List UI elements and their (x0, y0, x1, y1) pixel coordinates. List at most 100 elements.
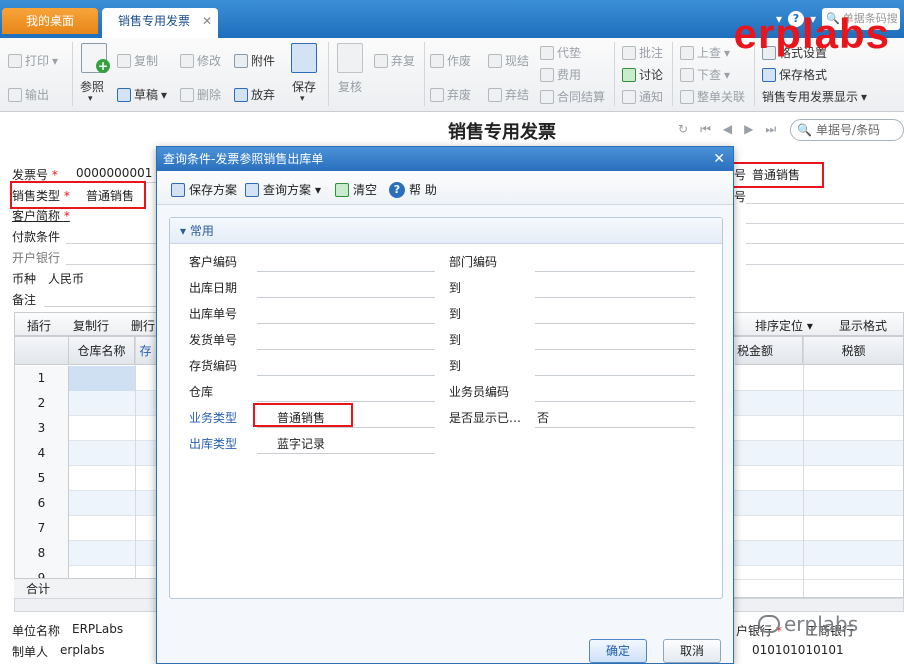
underline (257, 453, 435, 454)
highlight-box (253, 403, 353, 427)
invoice-no-value[interactable]: 0000000001 (76, 166, 152, 180)
expense-button[interactable]: 费用 (540, 66, 581, 83)
help-button[interactable]: ? 帮 助 (389, 181, 437, 198)
column-header[interactable]: 仓库名称 (69, 337, 135, 365)
draft-button[interactable]: 草稿 ▾ (117, 86, 167, 103)
undo-void-icon (430, 87, 444, 102)
show-completed-select[interactable]: 否 (537, 409, 549, 426)
wechat-icon (758, 615, 780, 633)
outbound-type-input[interactable]: 蓝字记录 (277, 435, 325, 452)
outbound-no-from-input[interactable] (257, 323, 435, 324)
display-format-button[interactable]: 显示格式 (839, 317, 887, 334)
query-dialog: 查询条件-发票参照销售出库单 ✕ 保存方案 查询方案 ▾ 清空 ? 帮 助 ▾ 常用… (156, 146, 734, 664)
delivery-no-from-input[interactable] (257, 349, 435, 350)
query-up-button[interactable]: 上查 ▾ (680, 44, 730, 61)
warehouse-input[interactable] (257, 401, 435, 402)
modify-button[interactable]: 修改 (180, 52, 221, 69)
section-header[interactable]: ▾ 常用 (170, 218, 722, 244)
next-record-icon[interactable]: ▶ (744, 122, 753, 137)
delivery-no-to-input[interactable] (535, 349, 695, 350)
reference-dropdown-icon[interactable]: ▾ (88, 94, 93, 104)
underline (66, 264, 158, 265)
save-scheme-button[interactable]: 保存方案 (171, 181, 237, 198)
print-button[interactable]: 打印 ▾ (8, 52, 58, 69)
abandon-icon (234, 87, 248, 102)
inventory-code-from-input[interactable] (257, 375, 435, 376)
review-button[interactable]: 复核 (338, 78, 362, 95)
last-record-icon[interactable]: ⏭ (765, 122, 776, 137)
attach-button[interactable]: 附件 (234, 52, 275, 69)
abandon-button[interactable]: 放弃 (234, 86, 275, 103)
clear-button[interactable]: 清空 (335, 181, 377, 198)
grid-line (803, 337, 804, 597)
refresh-icon[interactable]: ↻ (678, 122, 688, 137)
salesperson-code-input[interactable] (535, 401, 695, 402)
annotate-button[interactable]: 批注 (622, 44, 663, 61)
outbound-date-to-input[interactable] (535, 297, 695, 298)
delete-row-button[interactable]: 删行 (131, 317, 155, 334)
discard-review-button[interactable]: 弃复 (374, 52, 415, 69)
undo-void-button[interactable]: 弃废 (430, 86, 471, 103)
contract-settle-button[interactable]: 合同结算 (540, 88, 605, 105)
column-header[interactable]: 税额 (803, 337, 903, 365)
discard-review-icon (374, 53, 388, 68)
selected-cell[interactable] (69, 366, 135, 391)
close-icon[interactable]: ✕ (713, 147, 725, 171)
clear-icon (335, 182, 349, 197)
doc-number-search[interactable]: 🔍 单据号/条码 (790, 119, 904, 141)
to-label: 到 (449, 307, 462, 321)
currency-value[interactable]: 人民币 (48, 270, 84, 287)
save-format-button[interactable]: 保存格式 (762, 66, 827, 83)
reference-button[interactable]: 参照 (80, 78, 104, 95)
outbound-date-from-input[interactable] (257, 297, 435, 298)
underline (44, 306, 158, 307)
prev-record-icon[interactable]: ◀ (723, 122, 732, 137)
divider (72, 42, 73, 106)
column-header[interactable]: 存 (135, 337, 157, 365)
doc-link-button[interactable]: 整单关联 (680, 88, 745, 105)
brand-logo: erplabs (733, 10, 890, 57)
expense-icon (540, 67, 554, 82)
customer-label[interactable]: 客户简称 * (12, 207, 70, 224)
save-dropdown-icon[interactable]: ▾ (300, 94, 305, 104)
copy-row-button[interactable]: 复制行 (73, 317, 109, 334)
query-scheme-button[interactable]: 查询方案 ▾ (245, 181, 321, 198)
copy-button[interactable]: 复制 (117, 52, 158, 69)
department-code-input[interactable] (535, 271, 695, 272)
undo-settle-icon (488, 87, 502, 102)
inventory-code-to-input[interactable] (535, 375, 695, 376)
row-number: 7 (15, 516, 69, 541)
folder-icon (245, 182, 259, 197)
outbound-no-to-input[interactable] (535, 323, 695, 324)
notify-button[interactable]: 通知 (622, 88, 663, 105)
advance-button[interactable]: 代垫 (540, 44, 581, 61)
business-type-label: 业务类型 (189, 411, 238, 425)
query-down-button[interactable]: 下查 ▾ (680, 66, 730, 83)
save-button[interactable]: 保存 (292, 78, 316, 95)
bank-label: 开户银行 (12, 251, 61, 265)
display-format-dropdown[interactable]: 销售专用发票显示 ▾ (762, 88, 867, 105)
divider (328, 42, 329, 106)
column-header[interactable]: 税金额 (735, 337, 803, 365)
page-title: 销售专用发票 (448, 122, 556, 143)
first-record-icon[interactable]: ⏮ (700, 122, 711, 137)
undo-settle-button[interactable]: 弃结 (488, 86, 529, 103)
tab-desktop[interactable]: 我的桌面 (2, 8, 98, 34)
discuss-icon (622, 67, 636, 82)
printer-icon (8, 53, 22, 68)
cancel-button[interactable]: 取消 (663, 639, 721, 663)
annotate-icon (622, 45, 636, 60)
discuss-button[interactable]: 讨论 (622, 66, 663, 83)
tab-sales-invoice[interactable]: 销售专用发票 ✕ (102, 8, 218, 38)
payment-terms-label: 付款条件 (12, 230, 61, 244)
void-button[interactable]: 作废 (430, 52, 471, 69)
delete-button[interactable]: 删除 (180, 86, 221, 103)
output-button[interactable]: 输出 (8, 86, 49, 103)
unit-name-value: ERPLabs (72, 622, 124, 636)
ok-button[interactable]: 确定 (589, 639, 647, 663)
cash-settle-button[interactable]: 现结 (488, 52, 529, 69)
sort-locate-button[interactable]: 排序定位 ▾ (755, 317, 813, 334)
tab-close-icon[interactable]: ✕ (202, 8, 212, 34)
insert-row-button[interactable]: 插行 (27, 317, 51, 334)
customer-code-input[interactable] (257, 271, 435, 272)
